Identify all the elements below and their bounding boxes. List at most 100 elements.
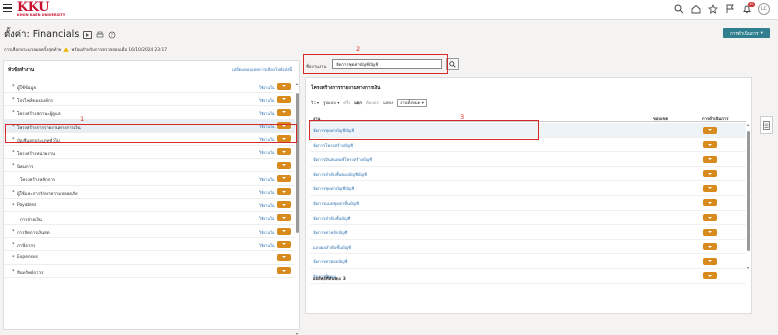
university-logo[interactable]: KKU KHON KAEN UNIVERSITY (17, 1, 77, 18)
column-header-scope[interactable]: ขอบเขต (653, 115, 668, 122)
flag-icon[interactable] (724, 4, 735, 15)
task-link[interactable]: จัดการชุดค่าบัญชีบัญชี (313, 185, 354, 192)
row-action-dropdown-button[interactable] (703, 141, 717, 149)
task-action-dropdown-button[interactable] (277, 174, 291, 182)
print-icon[interactable] (96, 31, 104, 39)
global-icons: 10 LC (673, 1, 770, 16)
task-row[interactable]: โครงสร้างหลักการ ใช้งานใน (4, 172, 295, 186)
freeze-button[interactable]: ตรึง (343, 99, 350, 106)
actions-menu-button[interactable]: การดำเนินการ ▾ (723, 28, 770, 38)
task-link[interactable]: จัดการลำดับชั้นบัญชี (313, 215, 350, 222)
task-action-dropdown-button[interactable] (277, 95, 291, 103)
table-row[interactable]: แถบผลลำดับชั้นบัญชี (310, 240, 746, 255)
row-action-dropdown-button[interactable] (703, 184, 717, 192)
row-action-dropdown-button[interactable] (703, 170, 717, 178)
task-row[interactable]: * Expenses (4, 251, 295, 265)
task-action-dropdown-button[interactable] (277, 82, 291, 90)
task-row[interactable]: * ผู้ใช้และการรักษาความปลอดภัย ใช้งานใน (4, 186, 295, 199)
row-action-dropdown-button[interactable] (703, 199, 717, 207)
task-action-dropdown-button[interactable] (277, 253, 291, 261)
row-action-dropdown-button[interactable] (703, 257, 717, 265)
task-link[interactable]: แถบผลลำดับชั้นบัญชี (313, 244, 351, 251)
task-name-link[interactable]: ผู้ใช้และการรักษาความปลอดภัย (17, 190, 78, 197)
star-icon[interactable] (707, 4, 718, 15)
task-row[interactable]: * นิคมการ (4, 159, 295, 173)
scroll-thumb[interactable] (296, 93, 299, 233)
table-row[interactable]: จัดการปี่อนน (310, 269, 746, 284)
task-link[interactable]: จัดการค่าหลักบัญชี (313, 229, 347, 236)
table-row[interactable]: จัดการค่าตอบบัญชี (310, 254, 746, 269)
row-action-dropdown-button[interactable] (703, 228, 717, 236)
required-marker: * (12, 97, 15, 104)
task-name-link[interactable]: โครงสร้างหน่วยงาน (17, 150, 55, 157)
task-name-link[interactable]: ผู้ใช้ข้อมูล (17, 84, 36, 91)
table-row[interactable]: จัดการแมปชุดค่าชั้นบัญชี (310, 196, 746, 211)
row-action-dropdown-button[interactable] (703, 214, 717, 222)
task-link[interactable]: จัดการอินสแตนซ์โครงสร้างบัญชี (313, 156, 372, 163)
row-action-dropdown-button[interactable] (703, 243, 717, 251)
task-action-dropdown-button[interactable] (277, 214, 291, 222)
task-action-dropdown-button[interactable] (277, 108, 291, 116)
task-link[interactable]: จัดการโครงสร้างบัญชี (313, 142, 353, 149)
task-action-dropdown-button[interactable] (277, 201, 291, 209)
task-name-link[interactable]: โครงสร้างหลักการ (20, 176, 55, 183)
task-action-dropdown-button[interactable] (277, 161, 291, 169)
table-row[interactable]: จัดการค่าหลักบัญชี (310, 225, 746, 240)
task-action-dropdown-button[interactable] (277, 267, 291, 275)
left-scrollbar[interactable] (296, 81, 299, 335)
task-row[interactable]: * โครงสร้างสถานะผู้ดูแล ใช้งานใน (4, 106, 295, 120)
task-row[interactable]: * ผู้ใช้ข้อมูล ใช้งานใน (4, 80, 295, 94)
task-link[interactable]: จัดการลำดับชั้นของบัญชีบัญชี (313, 171, 367, 178)
task-row[interactable]: การจ่ายเงิน ใช้งานใน (4, 212, 295, 226)
task-name-link[interactable]: ภาษีอากร (17, 242, 35, 249)
task-name-link[interactable]: การจ่ายเงิน (20, 216, 42, 223)
task-name-link[interactable]: โปรไฟล์ขององค์กร (17, 97, 53, 104)
task-row[interactable]: * การจัดการเงินสด ใช้งานใน (4, 225, 295, 239)
side-panel-toggle[interactable] (760, 116, 773, 134)
table-row[interactable]: จัดการลำดับชั้นบัญชี (310, 211, 746, 226)
help-icon[interactable]: ? (108, 31, 116, 39)
bell-icon[interactable]: 10 (741, 1, 755, 15)
hamburger-menu-icon[interactable] (3, 4, 12, 13)
task-row[interactable]: * สินทรัพย์ถาวร (4, 265, 295, 278)
task-name-link[interactable]: Payables (17, 203, 36, 208)
play-icon[interactable] (83, 30, 93, 39)
table-row[interactable]: จัดการชุดค่าบัญชีบัญชี (310, 181, 746, 196)
task-link[interactable]: จัดการค่าตอบบัญชี (313, 258, 347, 265)
task-name-link[interactable]: การจัดการเงินสด (17, 229, 50, 236)
row-action-dropdown-button[interactable] (703, 155, 717, 163)
table-row[interactable]: จัดการอินสแตนซ์โครงสร้างบัญชี (310, 152, 746, 167)
show-scope-link[interactable]: เปลี่ยนขอบเขตการเลือกไปยังส่งนี้ (232, 66, 292, 73)
task-row[interactable]: * Payables ใช้งานใน (4, 199, 295, 212)
task-row[interactable]: * ภาษีอากร ใช้งานใน (4, 238, 295, 252)
wrap-button[interactable]: แยก (354, 99, 362, 106)
show-filter-select[interactable]: งานทั้งหมด ▾ (397, 98, 427, 107)
column-header-action[interactable]: การดำเนินการ (702, 115, 729, 122)
task-row[interactable]: * โครงสร้างหน่วยงาน ใช้งานใน (4, 146, 295, 160)
task-action-dropdown-button[interactable] (277, 188, 291, 195)
table-row[interactable]: จัดการลำดับชั้นของบัญชีบัญชี (310, 167, 746, 182)
task-action-dropdown-button[interactable] (277, 148, 291, 156)
view-menu[interactable]: วิว (311, 99, 319, 106)
format-menu[interactable]: รูปแบบ (323, 99, 339, 106)
task-link[interactable]: จัดการแมปชุดค่าชั้นบัญชี (313, 200, 359, 207)
task-name-link[interactable]: โครงสร้างสถานะผู้ดูแล (17, 110, 61, 117)
row-action-dropdown-button[interactable] (703, 126, 717, 134)
search-icon[interactable] (673, 4, 684, 15)
task-name-link[interactable]: สินทรัพย์ถาวร (17, 269, 43, 276)
detach-button[interactable]: ตัดแยก (366, 99, 379, 106)
scroll-down-icon[interactable] (747, 267, 749, 269)
scroll-thumb[interactable] (747, 131, 750, 251)
user-avatar[interactable]: LC (758, 3, 770, 15)
task-row[interactable]: * โปรไฟล์ขององค์กร ใช้งานใน (4, 93, 295, 107)
task-action-dropdown-button[interactable] (277, 227, 291, 235)
scroll-up-icon[interactable] (296, 83, 298, 85)
task-action-dropdown-button[interactable] (277, 240, 291, 248)
task-status: ใช้งานใน (259, 242, 275, 248)
scroll-up-icon[interactable] (747, 124, 749, 126)
row-action-dropdown-button[interactable] (703, 272, 717, 280)
task-name-link[interactable]: นิคมการ (17, 163, 33, 170)
task-name-link[interactable]: Expenses (17, 255, 38, 260)
home-icon[interactable] (690, 4, 701, 15)
table-scrollbar[interactable] (747, 123, 750, 273)
